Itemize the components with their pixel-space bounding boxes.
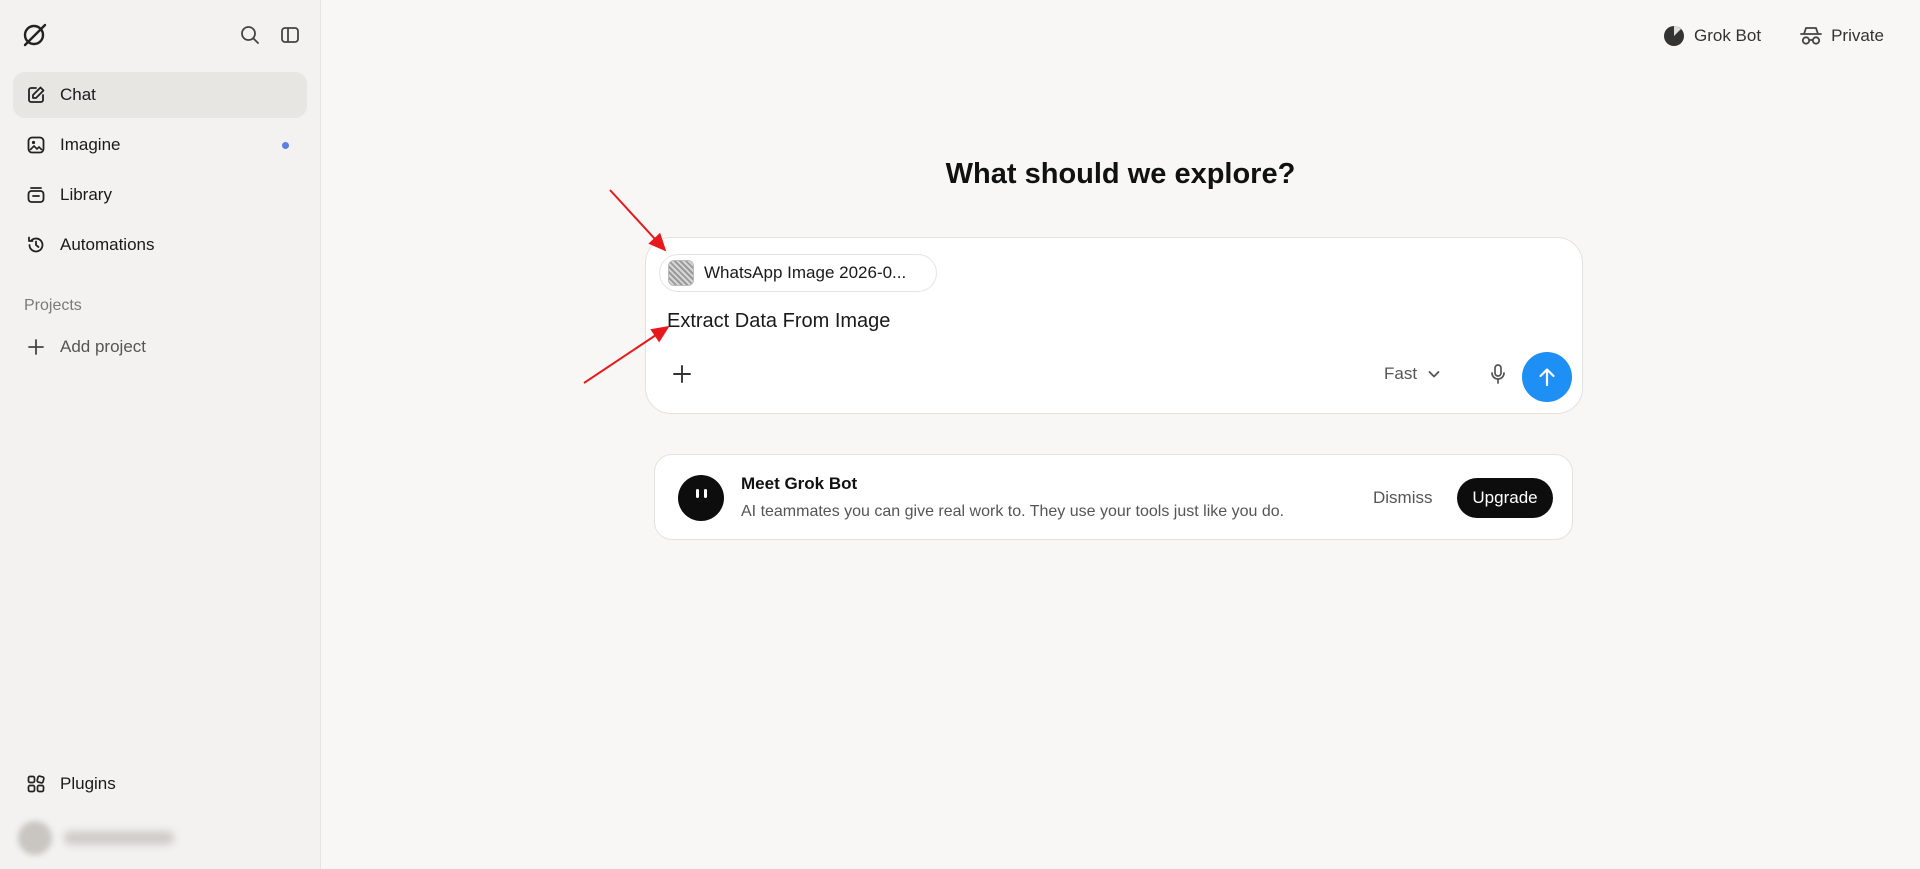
sidebar-item-automations[interactable]: Automations (13, 222, 307, 268)
sidebar-item-label: Imagine (60, 135, 121, 154)
plugins-grid-icon (25, 773, 47, 795)
private-label: Private (1831, 26, 1884, 45)
user-name-blurred (64, 831, 174, 845)
grok-bot-icon (1662, 24, 1686, 48)
sidebar-item-label: Plugins (60, 774, 116, 793)
sidebar-item-label: Library (60, 185, 112, 204)
prompt-input[interactable]: Extract Data From Image (667, 310, 1558, 333)
mode-label: Fast (1384, 364, 1418, 383)
avatar (18, 821, 52, 855)
attachment-thumbnail (668, 260, 694, 286)
grok-bot-label: Grok Bot (1693, 26, 1762, 45)
arrow-up-icon (1536, 366, 1558, 388)
sidebar-nav: Chat Imagine Library Automations (13, 72, 307, 272)
chevron-down-icon (1427, 367, 1441, 381)
attachment-filename: WhatsApp Image 2026-0... (704, 263, 907, 282)
projects-section-title: Projects (24, 297, 82, 314)
page-title: What should we explore? (321, 158, 1920, 191)
microphone-icon (1488, 363, 1508, 385)
search-icon[interactable] (237, 22, 263, 48)
microphone-button[interactable] (1482, 358, 1514, 390)
attach-button[interactable] (664, 356, 700, 392)
sidebar-item-chat[interactable]: Chat (13, 72, 307, 118)
attachment-chip[interactable]: WhatsApp Image 2026-0... (659, 254, 937, 292)
grok-bot-avatar-icon (678, 475, 724, 521)
upgrade-button[interactable]: Upgrade (1457, 478, 1553, 518)
sidebar-item-plugins[interactable]: Plugins (13, 764, 307, 804)
chat-composer: WhatsApp Image 2026-0... Extract Data Fr… (645, 237, 1583, 414)
user-account-menu[interactable] (8, 812, 258, 864)
history-clock-icon (25, 234, 47, 256)
plus-icon (672, 364, 692, 384)
sidebar-item-label: Automations (60, 235, 155, 254)
private-mode-button[interactable]: Private (1799, 24, 1884, 48)
send-button[interactable] (1522, 352, 1572, 402)
promo-title: Meet Grok Bot (741, 474, 858, 493)
library-icon (25, 184, 47, 206)
sidebar-top-bar (20, 20, 300, 50)
header-actions: Grok Bot Private (1662, 24, 1884, 48)
grok-logo-icon[interactable] (20, 20, 50, 50)
grok-bot-promo-card: Meet Grok Bot AI teammates you can give … (654, 454, 1573, 540)
sidebar-item-imagine[interactable]: Imagine (13, 122, 307, 168)
sidebar-item-library[interactable]: Library (13, 172, 307, 218)
sidebar: Chat Imagine Library Automations Project… (0, 0, 321, 869)
sidebar-item-label: Chat (60, 85, 96, 104)
add-project-button[interactable]: Add project (13, 328, 307, 366)
dismiss-button[interactable]: Dismiss (1373, 488, 1433, 508)
sidebar-toggle-icon[interactable] (277, 22, 303, 48)
grok-bot-button[interactable]: Grok Bot (1662, 24, 1761, 48)
image-icon (25, 134, 47, 156)
page-title-text: What should we explore? (945, 158, 1296, 190)
incognito-icon (1799, 24, 1823, 48)
add-project-label: Add project (60, 337, 146, 356)
model-mode-select[interactable]: Fast (1384, 360, 1441, 388)
edit-icon (25, 84, 47, 106)
plus-icon (25, 336, 47, 358)
promo-description: AI teammates you can give real work to. … (741, 503, 1285, 520)
new-badge-dot (282, 142, 289, 149)
